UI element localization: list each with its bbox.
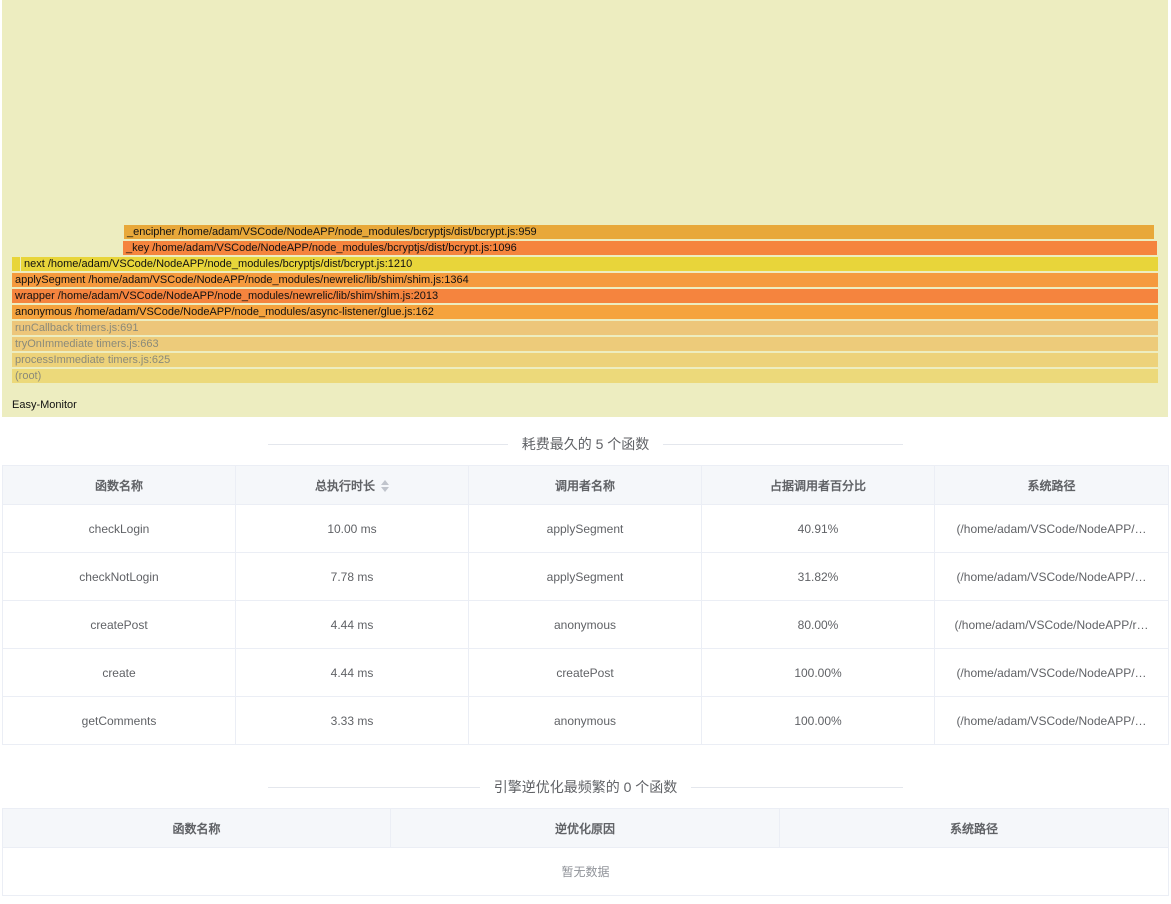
table-row: checkNotLogin 7.78 ms applySegment 31.82…	[2, 552, 1169, 601]
flame-frame-encipher[interactable]: _encipher /home/adam/VSCode/NodeAPP/node…	[124, 225, 1154, 239]
cell-path: (/home/adam/VSCode/NodeAPP/…	[934, 648, 1169, 697]
top-functions-table: 函数名称 总执行时长 调用者名称 占据调用者百分比 系统路径 checkLogi…	[2, 465, 1169, 745]
table-row: createPost 4.44 ms anonymous 80.00% (/ho…	[2, 600, 1169, 649]
cell-caller: anonymous	[468, 600, 702, 649]
header-total-duration[interactable]: 总执行时长	[235, 465, 469, 505]
cell-function-name: checkNotLogin	[2, 552, 236, 601]
flame-frame-key[interactable]: _key /home/adam/VSCode/NodeAPP/node_modu…	[123, 241, 1157, 255]
top-functions-title: 耗费最久的 5 个函数	[268, 434, 904, 454]
cell-function-name: create	[2, 648, 236, 697]
flame-frame-root[interactable]: (root)	[12, 369, 1158, 383]
flame-frame-runcallback[interactable]: runCallback timers.js:691	[12, 321, 1158, 335]
header-system-path: 系统路径	[934, 465, 1169, 505]
header-caller-name: 调用者名称	[468, 465, 702, 505]
deopt-functions-title: 引擎逆优化最频繁的 0 个函数	[268, 777, 904, 797]
cell-duration: 3.33 ms	[235, 696, 469, 745]
flame-frame-wrapper[interactable]: wrapper /home/adam/VSCode/NodeAPP/node_m…	[12, 289, 1158, 303]
cell-function-name: getComments	[2, 696, 236, 745]
cell-function-name: checkLogin	[2, 504, 236, 553]
top-functions-title-text: 耗费最久的 5 个函数	[521, 436, 650, 452]
cell-duration: 7.78 ms	[235, 552, 469, 601]
cell-percent: 100.00%	[701, 696, 935, 745]
cell-path: (/home/adam/VSCode/NodeAPP/…	[934, 552, 1169, 601]
flame-frame-next[interactable]: next /home/adam/VSCode/NodeAPP/node_modu…	[21, 257, 1158, 271]
table-row: create 4.44 ms createPost 100.00% (/home…	[2, 648, 1169, 697]
cell-caller: anonymous	[468, 696, 702, 745]
empty-row: 暂无数据	[2, 847, 1169, 896]
flame-frame-anonymous[interactable]: anonymous /home/adam/VSCode/NodeAPP/node…	[12, 305, 1158, 319]
header-caller-percent: 占据调用者百分比	[701, 465, 935, 505]
deopt-functions-table: 函数名称 逆优化原因 系统路径 暂无数据	[2, 808, 1169, 896]
divider-left	[268, 786, 480, 788]
cell-percent: 31.82%	[701, 552, 935, 601]
cell-duration: 4.44 ms	[235, 648, 469, 697]
table-row: getComments 3.33 ms anonymous 100.00% (/…	[2, 696, 1169, 745]
flame-frame-processimmediate[interactable]: processImmediate timers.js:625	[12, 353, 1158, 367]
empty-text: 暂无数据	[2, 847, 1169, 896]
divider-right	[691, 786, 904, 788]
table-header-row: 函数名称 总执行时长 调用者名称 占据调用者百分比 系统路径	[2, 465, 1169, 505]
cell-percent: 100.00%	[701, 648, 935, 697]
cell-path: (/home/adam/VSCode/NodeAPP/…	[934, 504, 1169, 553]
header-function-name: 函数名称	[2, 808, 391, 848]
flame-frame-next-small[interactable]	[12, 257, 20, 271]
cell-caller: applySegment	[468, 504, 702, 553]
cell-path: (/home/adam/VSCode/NodeAPP/r…	[934, 600, 1169, 649]
cell-percent: 80.00%	[701, 600, 935, 649]
table-header-row: 函数名称 逆优化原因 系统路径	[2, 808, 1169, 848]
cell-caller: createPost	[468, 648, 702, 697]
sort-caret-icon[interactable]	[381, 480, 389, 493]
cell-function-name: createPost	[2, 600, 236, 649]
cell-caller: applySegment	[468, 552, 702, 601]
flame-frame-tryonimmediate[interactable]: tryOnImmediate timers.js:663	[12, 337, 1158, 351]
deopt-functions-title-text: 引擎逆优化最频繁的 0 个函数	[493, 779, 678, 795]
flame-frame-applysegment[interactable]: applySegment /home/adam/VSCode/NodeAPP/n…	[12, 273, 1158, 287]
cell-path: (/home/adam/VSCode/NodeAPP/…	[934, 696, 1169, 745]
divider-left	[268, 443, 508, 445]
header-deopt-reason: 逆优化原因	[390, 808, 780, 848]
cell-percent: 40.91%	[701, 504, 935, 553]
cell-duration: 4.44 ms	[235, 600, 469, 649]
flame-graph: _encipher /home/adam/VSCode/NodeAPP/node…	[2, 0, 1168, 417]
table-row: checkLogin 10.00 ms applySegment 40.91% …	[2, 504, 1169, 553]
divider-right	[663, 443, 904, 445]
header-total-duration-label: 总执行时长	[314, 478, 375, 493]
header-function-name: 函数名称	[2, 465, 236, 505]
flame-brand-label: Easy-Monitor	[12, 399, 77, 411]
cell-duration: 10.00 ms	[235, 504, 469, 553]
header-system-path: 系统路径	[779, 808, 1169, 848]
